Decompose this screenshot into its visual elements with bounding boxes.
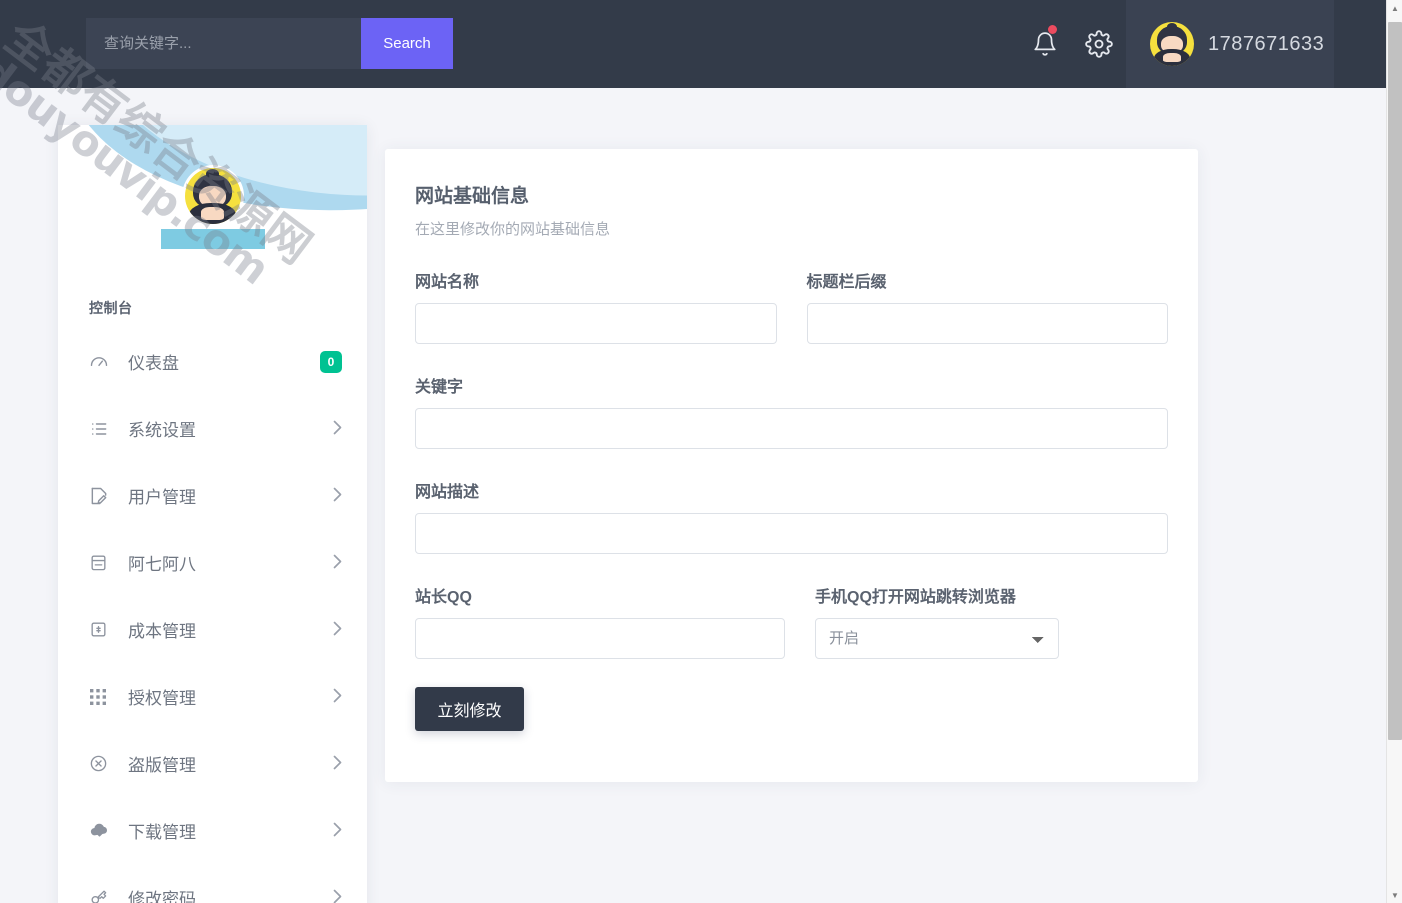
sidebar-item-label: 下载管理	[115, 818, 333, 843]
scroll-up-arrow-icon[interactable]: ▲	[1387, 0, 1402, 16]
sidebar-avatar	[185, 168, 241, 224]
sidebar-item-label: 用户管理	[115, 483, 333, 508]
sidebar-item-label: 盗版管理	[115, 751, 333, 776]
field-mobile-qq-jump: 手机QQ打开网站跳转浏览器 开启 关闭	[815, 583, 1059, 659]
form-row-2: 关键字	[415, 373, 1168, 449]
sidebar-item-label: 仪表盘	[115, 349, 320, 374]
notifications-button[interactable]	[1018, 0, 1072, 88]
sidebar-item-dashboard[interactable]: 仪表盘 0	[58, 328, 367, 395]
sidebar-item-piracy-management[interactable]: 盗版管理	[58, 730, 367, 797]
sidebar-profile-header	[58, 125, 367, 272]
chevron-right-icon	[333, 554, 342, 571]
sidebar-badge-dashboard: 0	[320, 351, 342, 373]
sidebar-item-label: 成本管理	[115, 617, 333, 642]
field-label: 站长QQ	[415, 583, 785, 607]
chevron-right-icon	[333, 487, 342, 504]
gear-icon	[1085, 30, 1113, 58]
chevron-right-icon	[333, 688, 342, 705]
field-title-suffix: 标题栏后缀	[807, 268, 1169, 344]
search-input[interactable]	[86, 18, 361, 69]
form-row-3: 网站描述	[415, 478, 1168, 554]
circle-x-icon	[89, 754, 115, 773]
top-header-bar: Search 1787671633	[0, 0, 1386, 88]
user-menu[interactable]: 1787671633	[1126, 0, 1334, 88]
search-bar: Search	[86, 18, 453, 69]
chevron-right-icon	[333, 755, 342, 772]
field-label: 网站描述	[415, 478, 1168, 502]
keywords-input[interactable]	[415, 408, 1168, 449]
scroll-down-arrow-icon[interactable]: ▼	[1387, 887, 1402, 903]
card-title: 网站基础信息	[415, 181, 1168, 208]
avatar	[1150, 22, 1194, 66]
field-site-name: 网站名称	[415, 268, 777, 344]
form-row-4: 站长QQ 手机QQ打开网站跳转浏览器 开启 关闭	[415, 583, 1168, 659]
sidebar-section-label: 控制台	[58, 272, 367, 328]
user-name-label: 1787671633	[1208, 33, 1324, 56]
sidebar: 控制台 仪表盘 0 系统设置	[58, 125, 367, 903]
mobile-qq-jump-select[interactable]: 开启 关闭	[815, 618, 1059, 659]
cloud-download-icon	[89, 820, 115, 841]
chevron-right-icon	[333, 420, 342, 437]
page-scrollbar[interactable]: ▲ ▼	[1386, 0, 1402, 903]
chevron-right-icon	[333, 889, 342, 903]
dashboard-icon	[89, 352, 115, 372]
money-box-icon	[89, 620, 115, 639]
submit-button[interactable]: 立刻修改	[415, 687, 524, 731]
notification-dot	[1048, 25, 1057, 34]
field-admin-qq: 站长QQ	[415, 583, 785, 659]
field-label: 标题栏后缀	[807, 268, 1169, 292]
settings-button[interactable]	[1072, 0, 1126, 88]
site-name-input[interactable]	[415, 303, 777, 344]
sidebar-item-label: 授权管理	[115, 684, 333, 709]
chevron-right-icon	[333, 621, 342, 638]
card-subtitle: 在这里修改你的网站基础信息	[415, 218, 1168, 239]
sidebar-item-user-management[interactable]: 用户管理	[58, 462, 367, 529]
sidebar-item-download-management[interactable]: 下载管理	[58, 797, 367, 864]
field-keywords: 关键字	[415, 373, 1168, 449]
description-input[interactable]	[415, 513, 1168, 554]
sidebar-item-system-settings[interactable]: 系统设置	[58, 395, 367, 462]
site-basic-info-card: 网站基础信息 在这里修改你的网站基础信息 网站名称 标题栏后缀 关键字 网站描述…	[385, 149, 1198, 782]
sidebar-item-label: 阿七阿八	[115, 550, 333, 575]
sidebar-item-aqiaba[interactable]: 阿七阿八	[58, 529, 367, 596]
key-icon	[89, 888, 115, 903]
field-description: 网站描述	[415, 478, 1168, 554]
field-label: 手机QQ打开网站跳转浏览器	[815, 583, 1059, 607]
sidebar-item-authorization-management[interactable]: 授权管理	[58, 663, 367, 730]
list-settings-icon	[89, 419, 115, 439]
admin-qq-input[interactable]	[415, 618, 785, 659]
title-suffix-input[interactable]	[807, 303, 1169, 344]
bell-icon	[1032, 31, 1058, 57]
sidebar-username-redacted	[161, 229, 265, 249]
field-label: 网站名称	[415, 268, 777, 292]
chevron-right-icon	[333, 822, 342, 839]
field-label: 关键字	[415, 373, 1168, 397]
sidebar-item-cost-management[interactable]: 成本管理	[58, 596, 367, 663]
sidebar-item-label: 修改密码	[115, 885, 333, 903]
sidebar-item-label: 系统设置	[115, 416, 333, 441]
calendar-icon	[89, 553, 115, 572]
sidebar-item-change-password[interactable]: 修改密码	[58, 864, 367, 903]
user-edit-icon	[89, 486, 115, 506]
form-row-1: 网站名称 标题栏后缀	[415, 268, 1168, 344]
grid-dots-icon	[89, 688, 115, 706]
search-button[interactable]: Search	[361, 18, 453, 69]
scrollbar-thumb[interactable]	[1388, 22, 1402, 740]
header-actions: 1787671633	[1018, 0, 1334, 88]
